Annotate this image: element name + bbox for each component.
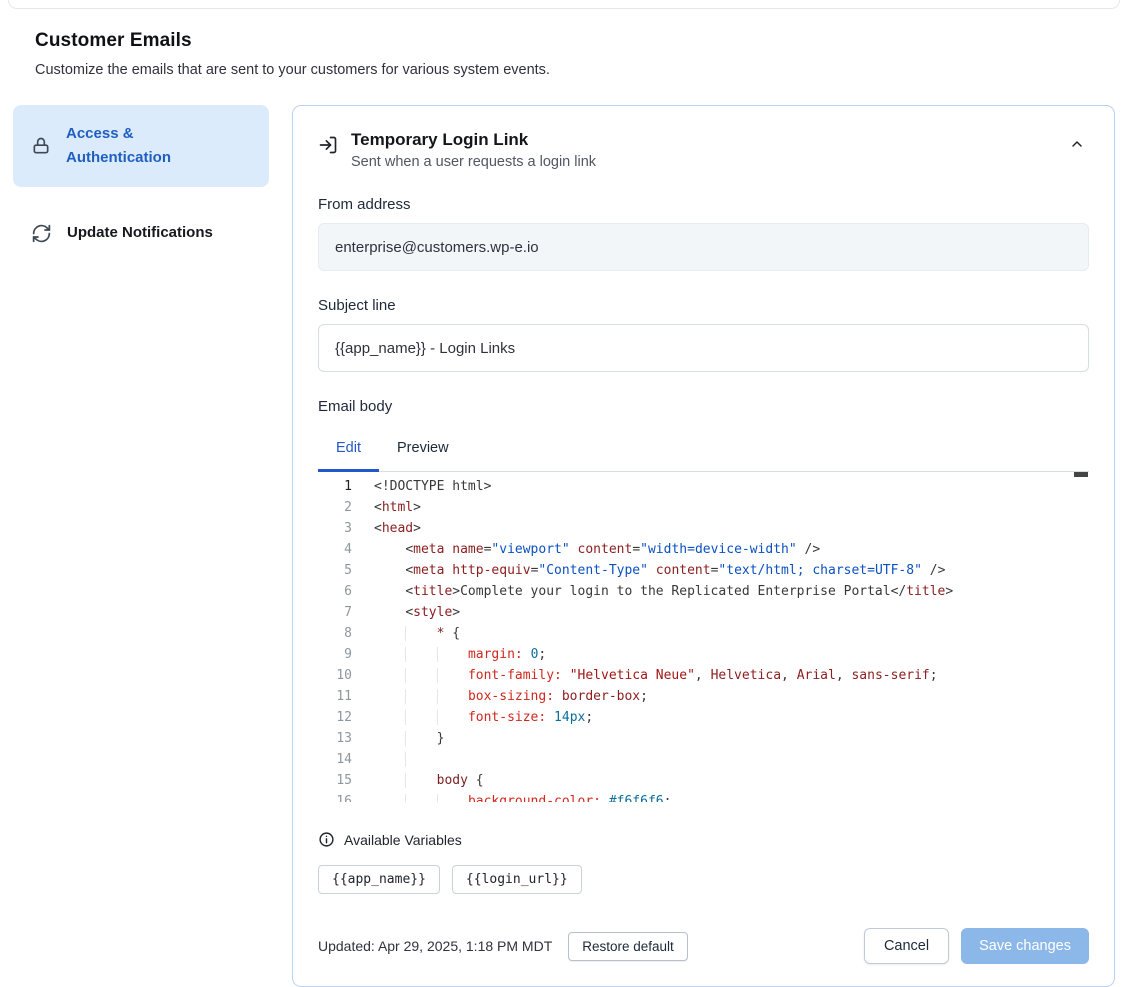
available-variables-row: Available Variables — [318, 831, 1089, 848]
from-address-label: From address — [318, 196, 1089, 213]
page-title: Customer Emails — [35, 30, 1093, 52]
info-icon — [318, 831, 335, 848]
updated-timestamp: Updated: Apr 29, 2025, 1:18 PM MDT — [318, 938, 552, 954]
tab-preview[interactable]: Preview — [379, 431, 467, 472]
card-header: Temporary Login Link Sent when a user re… — [318, 130, 1089, 170]
variable-chip-login-url[interactable]: {{login_url}} — [452, 865, 582, 894]
email-body-label: Email body — [318, 398, 1089, 415]
sidebar-item-label: Update Notifications — [67, 221, 213, 245]
available-variables-label: Available Variables — [344, 832, 462, 848]
email-body-tabs: Edit Preview — [318, 431, 1089, 472]
page-header: Customer Emails Customize the emails tha… — [0, 9, 1128, 78]
subject-line-input[interactable] — [318, 324, 1089, 372]
from-address-input[interactable] — [318, 223, 1089, 271]
footer-actions: Cancel Save changes — [864, 928, 1089, 964]
cancel-button[interactable]: Cancel — [864, 928, 949, 964]
chevron-up-icon — [1069, 140, 1085, 155]
card-footer: Updated: Apr 29, 2025, 1:18 PM MDT Resto… — [318, 928, 1089, 964]
collapse-card-button[interactable] — [1065, 130, 1089, 161]
email-body-code-editor[interactable]: 1<!DOCTYPE html>2<html>3<head>4 <meta na… — [318, 472, 1089, 802]
variable-chips: {{app_name}} {{login_url}} — [318, 865, 1089, 894]
previous-card-bottom-edge — [8, 0, 1120, 9]
refresh-icon — [31, 223, 52, 244]
card-header-text: Temporary Login Link Sent when a user re… — [351, 130, 596, 170]
sidebar-item-label: Access & Authentication — [66, 122, 216, 170]
card-title: Temporary Login Link — [351, 130, 596, 150]
save-changes-button[interactable]: Save changes — [961, 928, 1089, 964]
page-subtitle: Customize the emails that are sent to yo… — [35, 62, 1093, 78]
editor-scrollbar-thumb[interactable] — [1074, 472, 1088, 477]
sidebar-item-access-authentication[interactable]: Access & Authentication — [13, 105, 269, 187]
lock-icon — [31, 136, 51, 156]
email-types-sidebar: Access & Authentication Update Notificat… — [13, 105, 269, 262]
card-subtitle: Sent when a user requests a login link — [351, 154, 596, 170]
subject-line-label: Subject line — [318, 297, 1089, 314]
login-icon — [318, 135, 338, 155]
sidebar-item-update-notifications[interactable]: Update Notifications — [13, 204, 269, 262]
variable-chip-app-name[interactable]: {{app_name}} — [318, 865, 440, 894]
restore-default-button[interactable]: Restore default — [568, 932, 688, 961]
tab-edit[interactable]: Edit — [318, 431, 379, 472]
code-editor-lines: 1<!DOCTYPE html>2<html>3<head>4 <meta na… — [318, 476, 1089, 802]
temporary-login-link-card: Temporary Login Link Sent when a user re… — [292, 105, 1115, 987]
